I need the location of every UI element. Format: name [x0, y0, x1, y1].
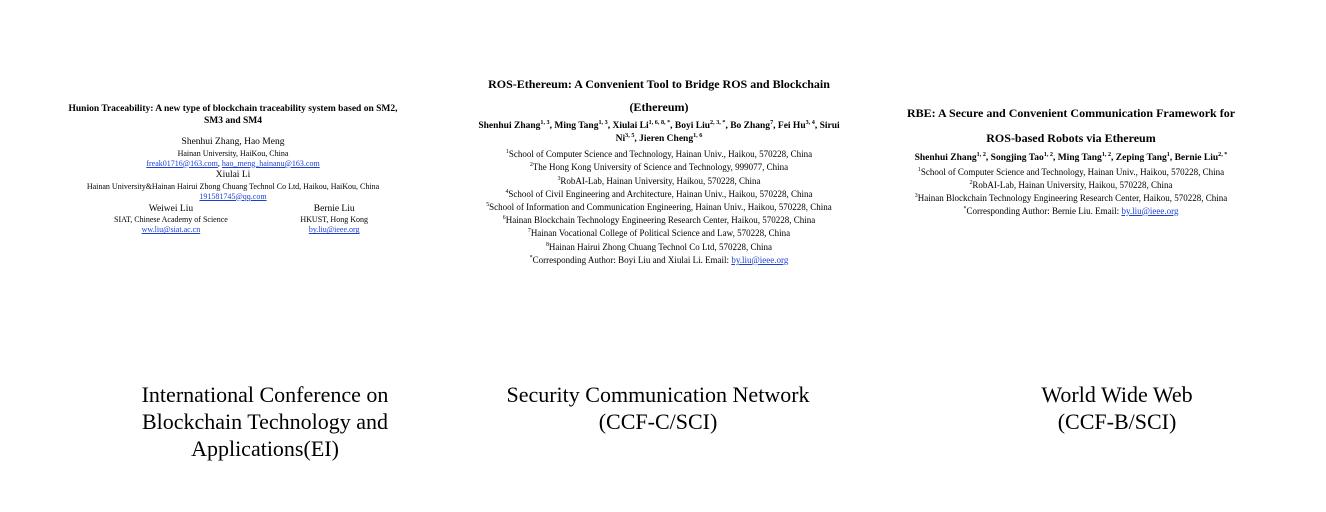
- venue-caption-1: International Conference on Blockchain T…: [118, 381, 412, 462]
- author-sup: 7: [770, 119, 774, 126]
- author-name: Xiulai Li: [612, 120, 649, 131]
- author-name: Shenhui Zhang: [478, 120, 541, 131]
- venue-line: World Wide Web: [1041, 382, 1193, 407]
- corresponding-email-link[interactable]: by.liu@ieee.org: [731, 255, 788, 265]
- affiliation-line: 1School of Computer Science and Technolo…: [505, 149, 813, 160]
- author-name: Boyi Liu: [674, 120, 711, 131]
- author-sup: 1, 6: [693, 133, 703, 140]
- author-affiliation: HKUST, Hong Kong: [300, 215, 368, 225]
- paper-2-title-line: (Ethereum): [629, 99, 689, 114]
- paper-2-title: ROS-Ethereum: A Convenient Tool to Bridg…: [478, 73, 840, 119]
- paper-3-title-line: RBE: A Secure and Convenient Communicati…: [906, 106, 1236, 120]
- paper-1-affiliation-2: Hainan University&Hainan Hairui Zhong Ch…: [86, 181, 380, 191]
- paper-3-title-line: ROS-based Robots via Ethereum: [986, 131, 1156, 146]
- affiliation-line: 3Hainan Blockchain Technology Engineerin…: [914, 192, 1228, 203]
- paper-2-affiliations: 1School of Computer Science and Technolo…: [478, 148, 840, 267]
- affiliation-line: 5School of Information and Communication…: [486, 202, 832, 212]
- paper-1-header: Hunion Traceability: A new type of block…: [68, 104, 398, 235]
- corresponding-email-link[interactable]: by.liu@ieee.org: [1121, 206, 1178, 216]
- venue-line: Security Communication Network: [506, 382, 810, 407]
- venue-line: Applications(EI): [191, 436, 339, 461]
- venue-line: (CCF-C/SCI): [598, 409, 718, 434]
- author-email-link[interactable]: ww.liu@siat.ac.cn: [142, 225, 201, 234]
- paper-3-affiliations: 1School of Computer Science and Technolo…: [906, 166, 1236, 218]
- paper-3-header: RBE: A Secure and Convenient Communicati…: [906, 101, 1236, 218]
- affiliation-line: 3RobAI-Lab, Hainan University, Haikou, 5…: [557, 175, 761, 186]
- paper-1-coauthors: Weiwei Liu SIAT, Chinese Academy of Scie…: [68, 203, 398, 236]
- paper-2-title-line: ROS-Ethereum: A Convenient Tool to Bridg…: [488, 77, 830, 91]
- author-name: Zeping Tang: [1115, 153, 1167, 164]
- paper-2-header: ROS-Ethereum: A Convenient Tool to Bridg…: [478, 73, 840, 267]
- affiliation-line: 1School of Computer Science and Technolo…: [917, 166, 1225, 177]
- paper-3-title: RBE: A Secure and Convenient Communicati…: [906, 101, 1236, 151]
- author-sup: 3, 5: [625, 133, 635, 140]
- paper-1-left-author: Weiwei Liu SIAT, Chinese Academy of Scie…: [114, 203, 228, 236]
- author-sup: 2, 3, *: [710, 119, 726, 126]
- author-name: Fei Hu: [777, 120, 806, 131]
- affiliation-line: 7Hainan Vocational College of Political …: [527, 228, 791, 239]
- paper-1-title: Hunion Traceability: A new type of block…: [68, 104, 398, 126]
- paper-2-authors: Shenhui Zhang1, 3, Ming Tang1, 3, Xiulai…: [478, 119, 840, 145]
- affiliation-line: 2RobAI-Lab, Hainan University, Haikou, 5…: [969, 179, 1173, 190]
- venue-line: Blockchain Technology and: [141, 409, 389, 434]
- paper-1-emails: freak01716@163.com, hao_meng_hainanu@163…: [146, 158, 320, 168]
- paper-1-author-2: Xiulai Li: [215, 169, 251, 180]
- author-sup: 1: [1166, 152, 1170, 159]
- author-name: Shenhui Zhang: [914, 153, 977, 164]
- author-sup: 1, 3: [540, 119, 550, 126]
- affiliation-line: 6Hainan Blockchain Technology Engineerin…: [502, 215, 816, 226]
- author-sup: 1, 6, 8, *: [648, 119, 671, 126]
- paper-1-right-author: Bernie Liu HKUST, Hong Kong by.liu@ieee.…: [300, 203, 368, 236]
- author-sup: 1, 2: [976, 152, 986, 159]
- author-email-link[interactable]: by.liu@ieee.org: [309, 225, 360, 234]
- author-name: Bo Zhang: [730, 120, 771, 131]
- author-name: Weiwei Liu: [148, 203, 194, 214]
- paper-1-email-link[interactable]: 191581745@qq.com: [199, 192, 266, 201]
- author-sup: 1, 2: [1043, 152, 1053, 159]
- author-name: Ming Tang: [1057, 153, 1102, 164]
- paper-1-affiliation: Hainan University, HaiKou, China: [177, 148, 289, 158]
- paper-1-email-link[interactable]: freak01716@163.com: [146, 159, 218, 168]
- venue-caption-3: World Wide Web (CCF-B/SCI): [1000, 381, 1234, 435]
- corresponding-author: *Corresponding Author: Boyi Liu and Xiul…: [529, 254, 789, 265]
- author-sup: 1, 3: [598, 119, 608, 126]
- venue-line: International Conference on: [141, 382, 389, 407]
- author-affiliation: SIAT, Chinese Academy of Science: [114, 215, 228, 225]
- author-sup: 3, 4: [805, 119, 815, 126]
- corresponding-author: *Corresponding Author: Bernie Liu. Email…: [963, 205, 1179, 216]
- affiliation-line: 8Hainan Hairui Zhong Chuang Technol Co L…: [545, 241, 773, 252]
- paper-1-email-link[interactable]: hao_meng_hainanu@163.com: [222, 159, 320, 168]
- paper-1-authors: Shenhui Zhang, Hao Meng: [181, 136, 285, 147]
- author-sup: 2, *: [1218, 152, 1228, 159]
- author-name: Ming Tang: [554, 120, 599, 131]
- author-name: Bernie Liu: [313, 203, 355, 214]
- author-name: Songjing Tao: [990, 153, 1044, 164]
- venue-caption-2: Security Communication Network (CCF-C/SC…: [478, 381, 838, 435]
- affiliation-line: 2The Hong Kong University of Science and…: [529, 162, 789, 173]
- author-sup: 1, 2: [1101, 152, 1112, 159]
- paper-3-authors: Shenhui Zhang1, 2, Songjing Tao1, 2, Min…: [914, 152, 1228, 164]
- affiliation-line: 4School of Civil Engineering and Archite…: [505, 188, 813, 199]
- author-name: Bernie Liu: [1174, 153, 1219, 164]
- venue-line: (CCF-B/SCI): [1057, 409, 1177, 434]
- author-name: Jieren Cheng: [639, 134, 694, 145]
